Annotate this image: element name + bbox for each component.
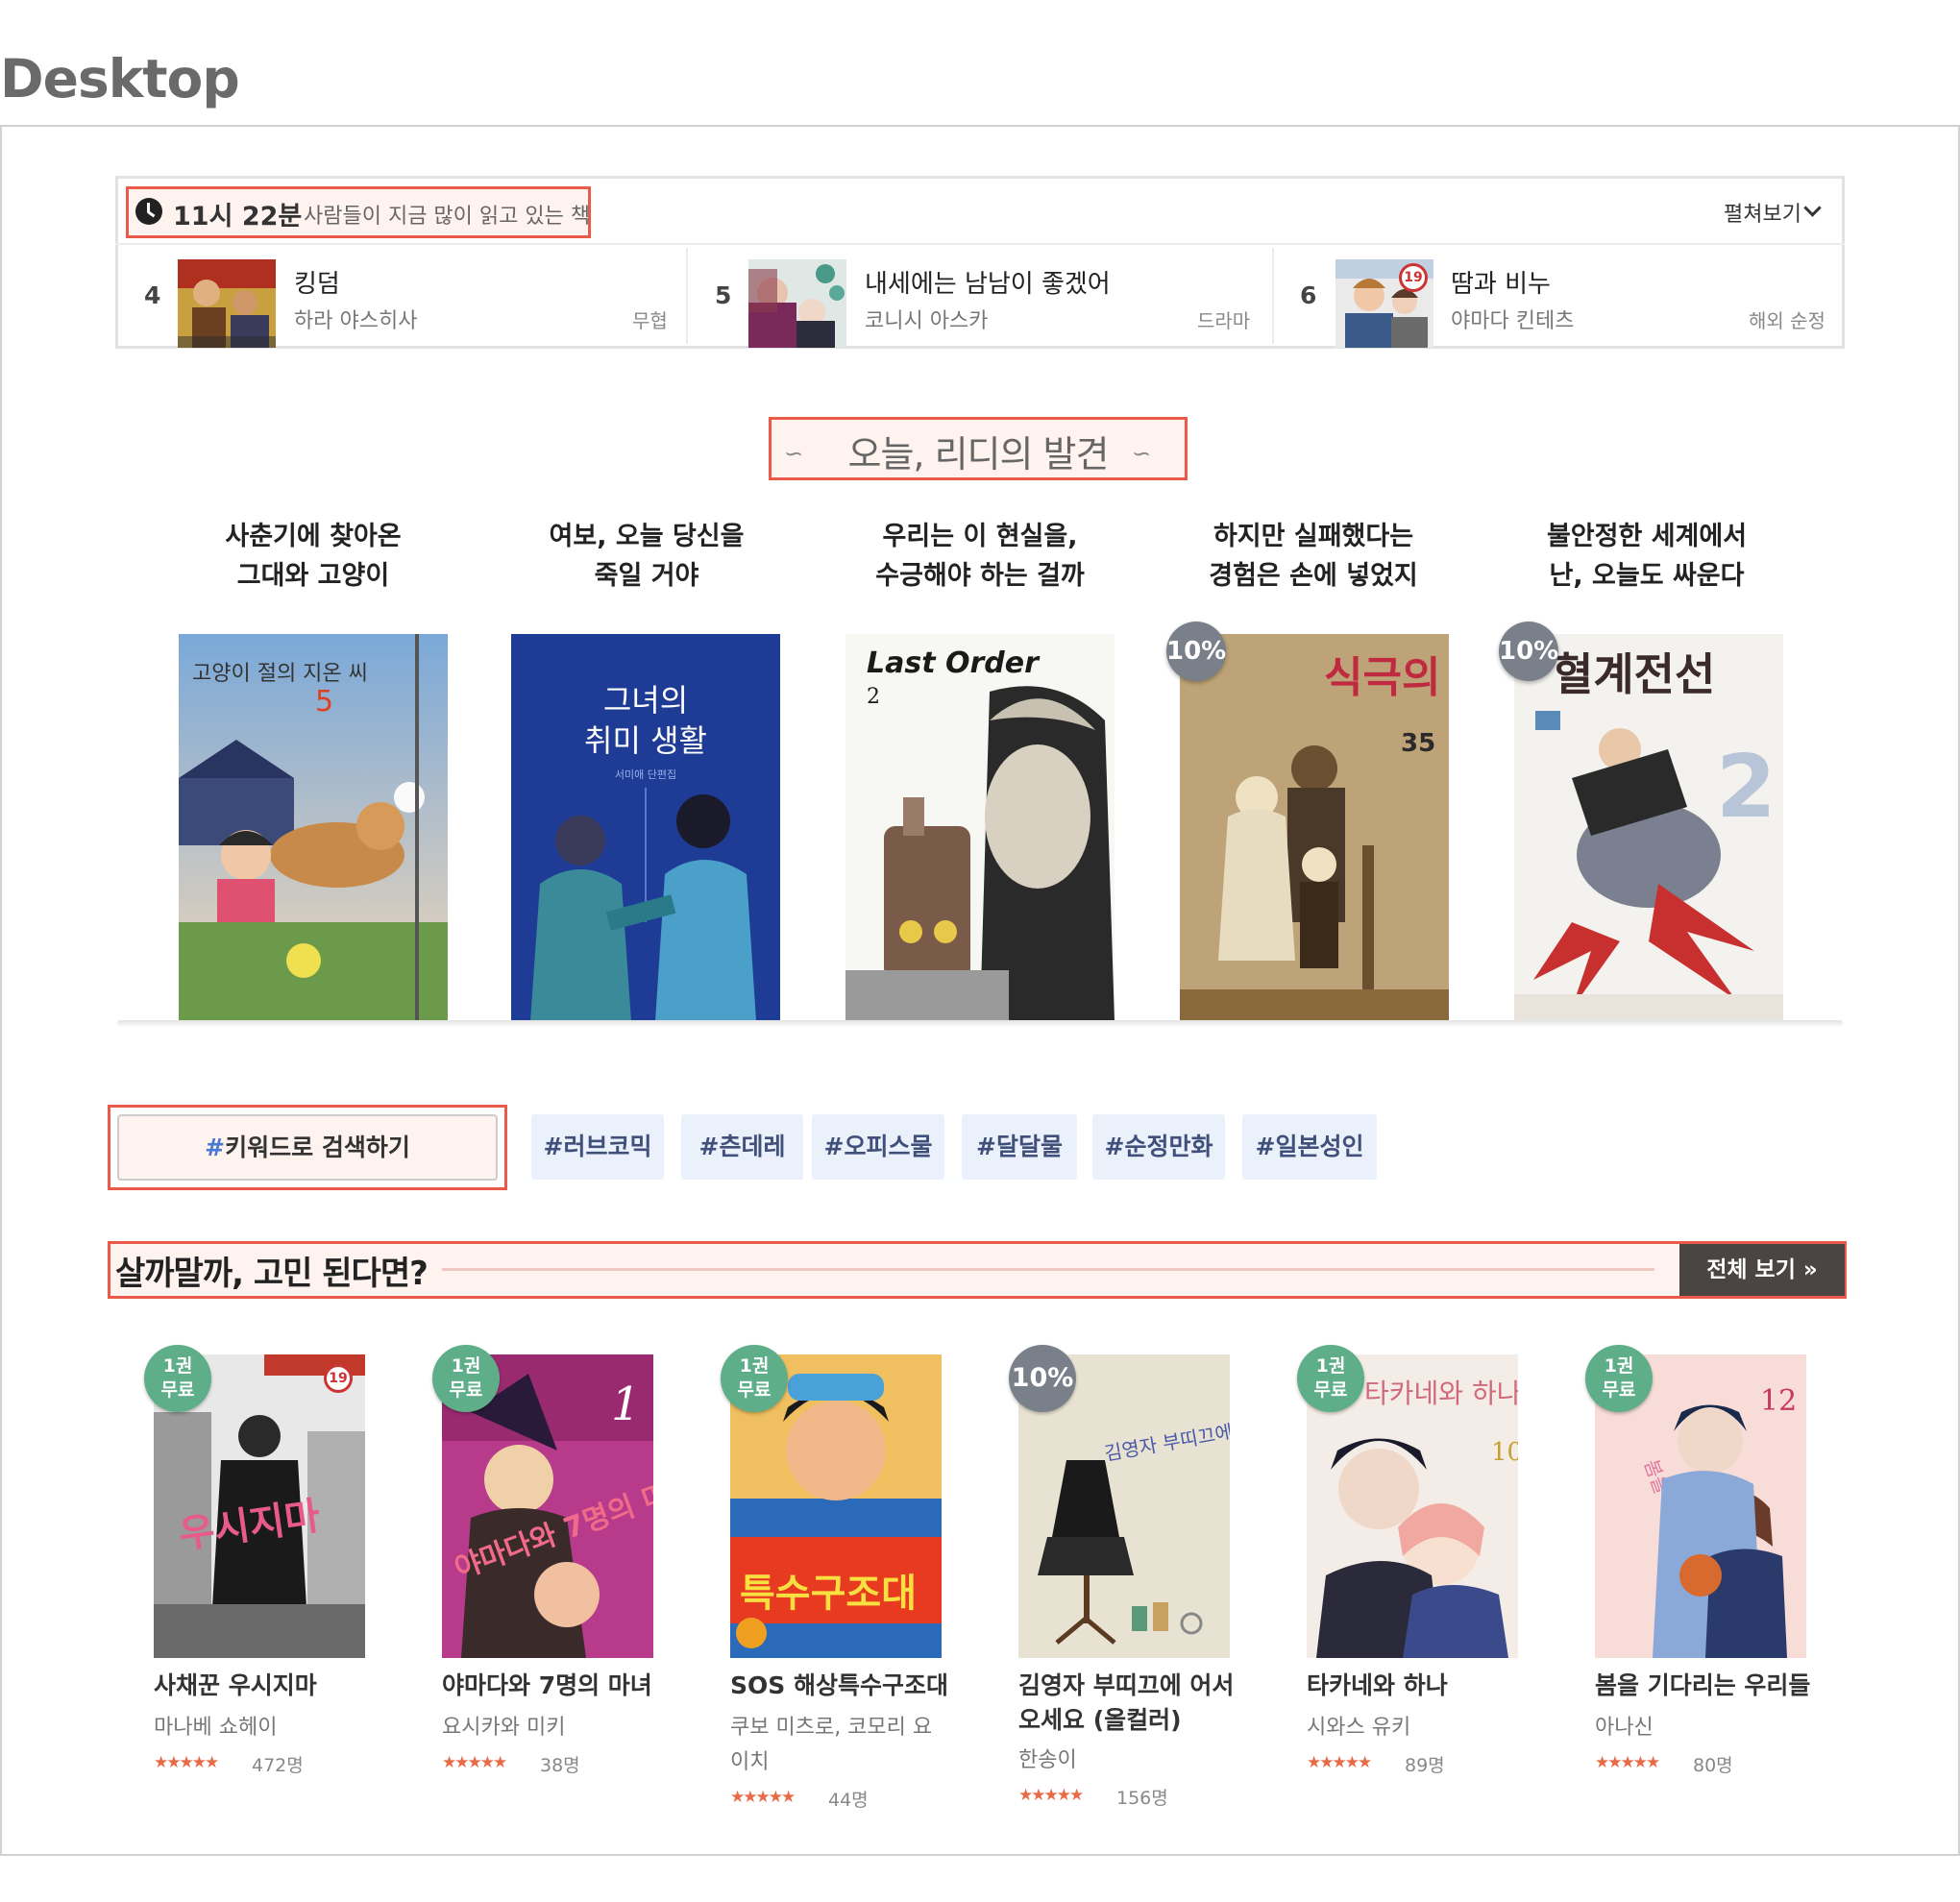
- item-divider: [1272, 248, 1274, 344]
- svg-text:10: 10: [1491, 1438, 1518, 1467]
- discovery-book-cover[interactable]: 고양이 절의 지온 씨 5: [179, 634, 448, 1021]
- book-title[interactable]: SOS 해상특수구조대: [730, 1669, 951, 1703]
- discovery-quote[interactable]: 우리는 이 현실을, 수긍해야 하는 걸까: [836, 517, 1124, 596]
- svg-text:타카네와 하나: 타카네와 하나: [1364, 1378, 1518, 1409]
- book-title[interactable]: 봄을 기다리는 우리들: [1595, 1669, 1816, 1703]
- rating-count: 44명: [828, 1790, 869, 1811]
- svg-text:취미 생활: 취미 생활: [584, 722, 707, 759]
- ranking-book-title[interactable]: 내세에는 남남이 좋겠어: [865, 264, 1111, 300]
- item-divider: [686, 248, 688, 344]
- svg-text:2: 2: [1716, 737, 1776, 838]
- section-title: 살까말까, 고민 된다면?: [115, 1255, 429, 1293]
- discovery-quote[interactable]: 불안정한 세계에서 난, 오늘도 싸운다: [1503, 517, 1791, 596]
- discovery-quote[interactable]: 하지만 실패했다는 경험은 손에 넣었지: [1169, 517, 1458, 596]
- svg-text:12: 12: [1760, 1384, 1797, 1418]
- rank-number: 4: [144, 281, 161, 309]
- rating-count: 38명: [540, 1755, 580, 1776]
- flourish-right-icon: ∽: [1132, 440, 1152, 467]
- discovery-book-cover[interactable]: Last Order 2: [845, 634, 1115, 1021]
- keyword-search-button[interactable]: #키워드로 검색하기: [117, 1114, 498, 1181]
- star-rating-icon: ★★★★★: [442, 1753, 507, 1772]
- svg-text:1: 1: [611, 1378, 641, 1431]
- svg-text:특수구조대: 특수구조대: [740, 1572, 917, 1616]
- section-divider: [442, 1268, 1654, 1271]
- discovery-title: 오늘, 리디의 발견: [847, 433, 1110, 476]
- adult-19-badge: 19: [1399, 263, 1428, 292]
- ranking-book-title[interactable]: 땀과 비누: [1451, 264, 1551, 300]
- book-cover-thumbnail[interactable]: [178, 259, 276, 348]
- discovery-quote[interactable]: 여보, 오늘 당신을 죽일 거야: [502, 517, 791, 596]
- realtime-divider: [115, 243, 1845, 245]
- svg-text:고양이 절의 지온 씨: 고양이 절의 지온 씨: [192, 662, 368, 686]
- book-author[interactable]: 시와스 유키: [1307, 1711, 1528, 1745]
- star-rating-icon: ★★★★★: [1595, 1753, 1660, 1772]
- rank-number: 6: [1300, 281, 1317, 309]
- book-title[interactable]: 야마다와 7명의 마녀: [442, 1669, 663, 1703]
- free-volume-badge: 1권 무료: [432, 1345, 500, 1412]
- keyword-tag[interactable]: #러브코믹: [531, 1114, 664, 1180]
- rating-count: 80명: [1693, 1755, 1733, 1776]
- svg-text:혈계전선: 혈계전선: [1553, 648, 1715, 700]
- book-author[interactable]: 한송이: [1018, 1744, 1239, 1778]
- svg-text:5: 5: [315, 685, 333, 719]
- free-volume-badge: 1권 무료: [144, 1345, 211, 1412]
- hash-icon: #: [205, 1134, 226, 1161]
- ranking-book-genre: 드라마: [1197, 309, 1251, 332]
- discovery-book-cover[interactable]: 혈계전선 2: [1514, 634, 1783, 1021]
- keyword-tag[interactable]: #일본성인: [1242, 1114, 1377, 1180]
- discount-badge: 10%: [1499, 622, 1558, 681]
- svg-text:35: 35: [1401, 729, 1435, 758]
- expand-button[interactable]: 펼쳐보기: [1724, 197, 1801, 228]
- svg-text:그녀의: 그녀의: [603, 682, 688, 719]
- ranking-book-author[interactable]: 하라 야스히사: [294, 304, 417, 334]
- svg-text:Last Order: Last Order: [867, 646, 1041, 680]
- keyword-tag[interactable]: #달달물: [962, 1114, 1077, 1180]
- book-author[interactable]: 요시카와 미키: [442, 1711, 663, 1745]
- ranking-book-author[interactable]: 코니시 아스카: [865, 304, 988, 334]
- book-title[interactable]: 사채꾼 우시지마: [154, 1669, 375, 1703]
- discovery-book-cover[interactable]: 식극의 소마 35: [1180, 634, 1449, 1021]
- clock-icon: [135, 198, 162, 225]
- view-all-button[interactable]: 전체 보기 »: [1679, 1244, 1845, 1296]
- star-rating-icon: ★★★★★: [730, 1788, 796, 1807]
- free-volume-badge: 1권 무료: [721, 1345, 788, 1412]
- keyword-tag[interactable]: #츤데레: [681, 1114, 803, 1180]
- book-title[interactable]: 타카네와 하나: [1307, 1669, 1528, 1703]
- book-cover-thumbnail[interactable]: [748, 259, 846, 348]
- rating-count: 156명: [1116, 1788, 1168, 1809]
- adult-19-badge: 19: [324, 1364, 353, 1393]
- rank-number: 5: [715, 281, 732, 309]
- svg-text:식극의 소마: 식극의 소마: [1324, 653, 1449, 702]
- realtime-description: 사람들이 지금 많이 읽고 있는 책: [304, 205, 591, 229]
- free-volume-badge: 1권 무료: [1297, 1345, 1364, 1412]
- discovery-book-cover[interactable]: 그녀의 취미 생활 서미애 단편집: [511, 634, 780, 1021]
- star-rating-icon: ★★★★★: [1307, 1753, 1372, 1772]
- page-label: Desktop: [0, 48, 240, 110]
- free-volume-badge: 1권 무료: [1585, 1345, 1653, 1412]
- keyword-tag[interactable]: #순정만화: [1092, 1114, 1225, 1180]
- bookshelf-line: [117, 1020, 1843, 1026]
- ranking-book-author[interactable]: 야마다 킨테츠: [1451, 304, 1574, 334]
- ranking-book-title[interactable]: 킹덤: [294, 264, 340, 300]
- realtime-time: 11시 22분: [173, 202, 303, 232]
- star-rating-icon: ★★★★★: [1018, 1786, 1084, 1805]
- book-author[interactable]: 아나신: [1595, 1711, 1816, 1745]
- star-rating-icon: ★★★★★: [154, 1753, 219, 1772]
- svg-text:서미애 단편집: 서미애 단편집: [615, 768, 676, 781]
- ranking-book-genre: 해외 순정: [1749, 309, 1825, 332]
- discovery-quote[interactable]: 사춘기에 찾아온 그대와 고양이: [169, 517, 457, 596]
- svg-text:2: 2: [867, 685, 880, 709]
- keyword-tag[interactable]: #오피스물: [812, 1114, 944, 1180]
- rating-count: 89명: [1405, 1755, 1445, 1776]
- book-author[interactable]: 쿠보 미츠로, 코모리 요 이치: [730, 1711, 951, 1780]
- book-author[interactable]: 마나베 쇼헤이: [154, 1711, 375, 1745]
- discount-badge: 10%: [1166, 622, 1226, 681]
- discount-badge: 10%: [1009, 1345, 1076, 1412]
- book-title[interactable]: 김영자 부띠끄에 어서 오세요 (올컬러): [1018, 1669, 1239, 1738]
- ranking-book-genre: 무협: [632, 309, 668, 332]
- rating-count: 472명: [252, 1755, 304, 1776]
